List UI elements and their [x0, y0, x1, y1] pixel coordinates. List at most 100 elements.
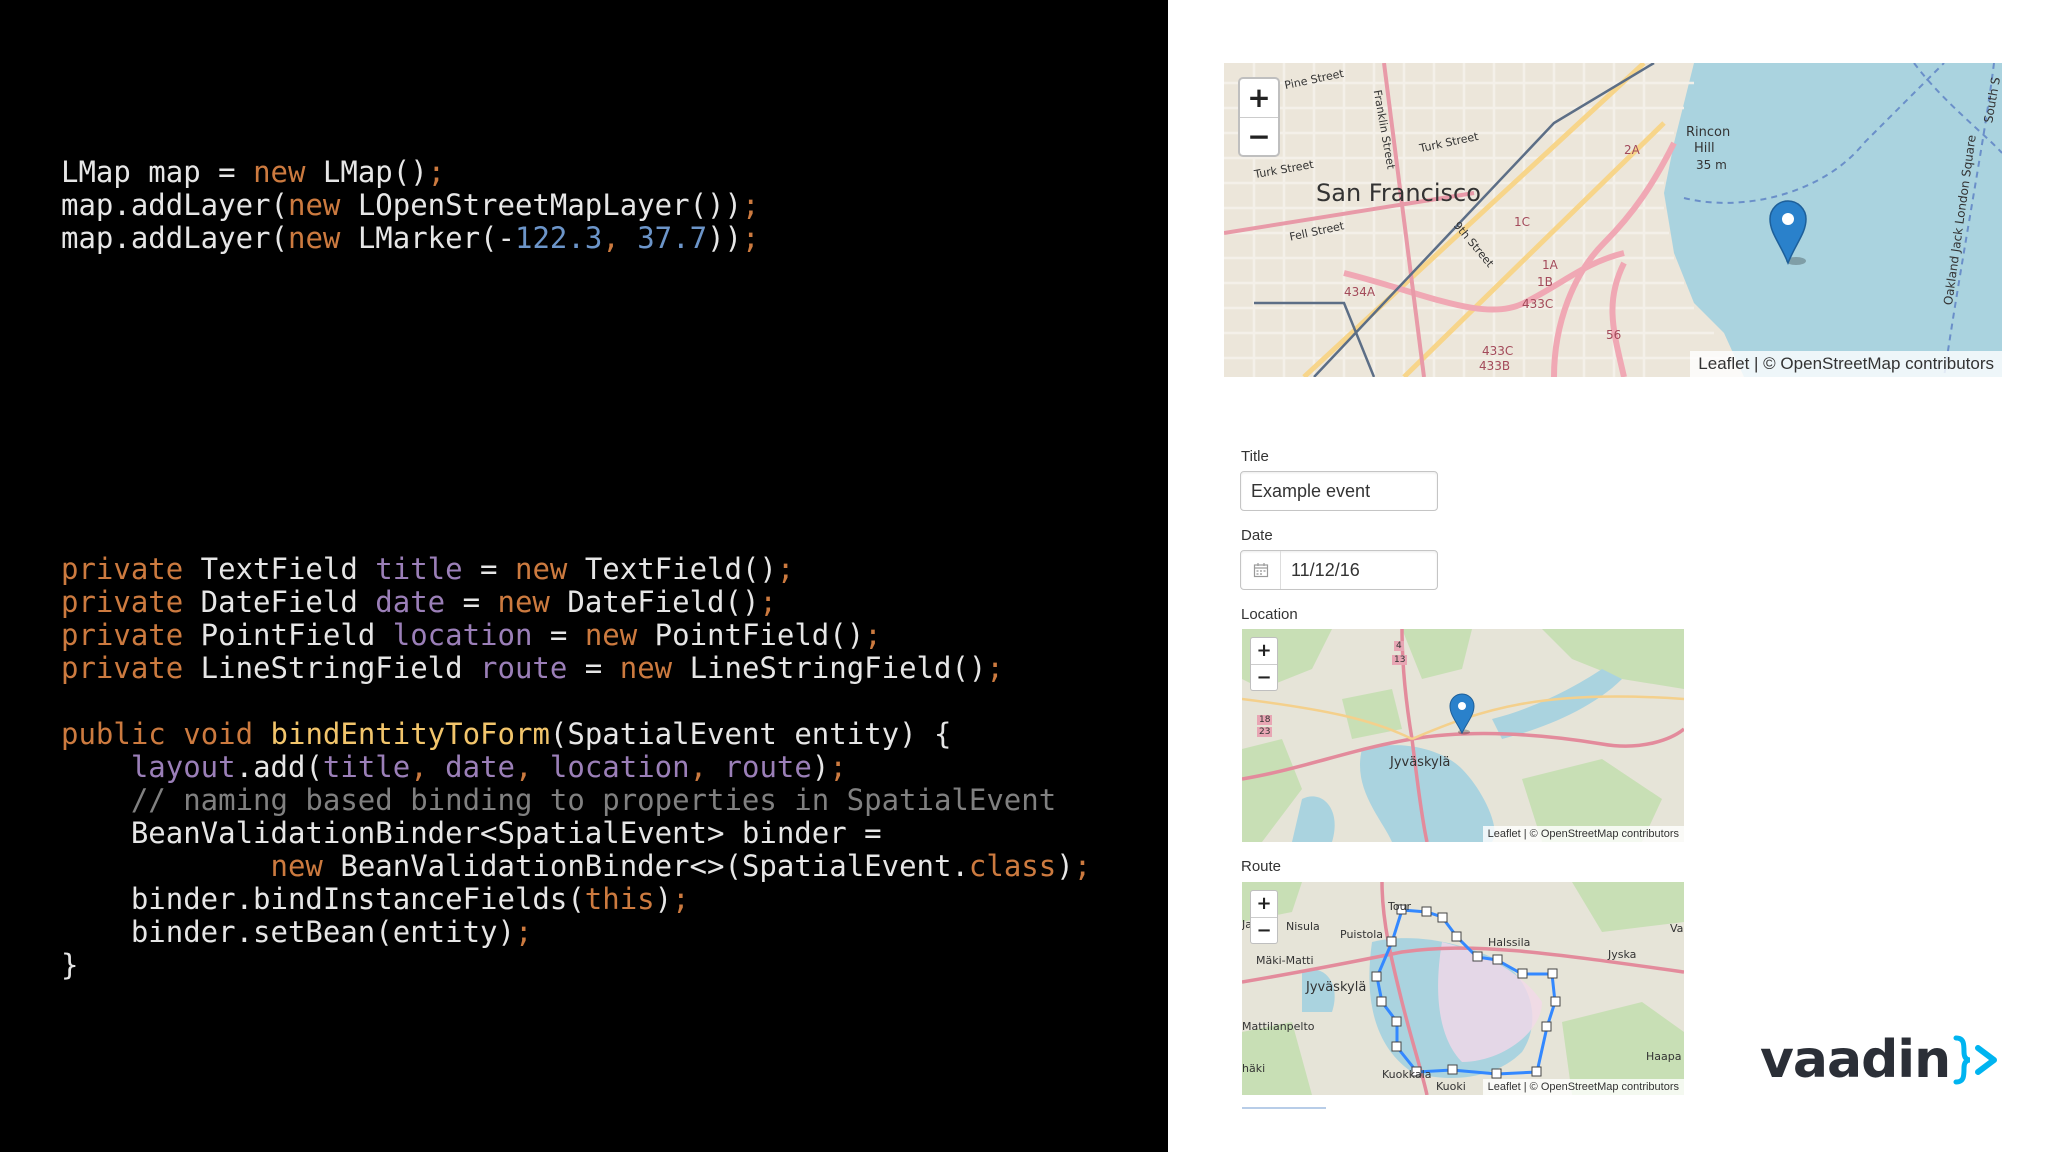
code-token: new — [287, 188, 341, 222]
route-map[interactable]: Nisula Puistola Tour Halssila Jyska Mäki… — [1242, 882, 1684, 1095]
code-line: map.addLayer(new LMarker(-122.3, 37.7)); — [61, 222, 759, 255]
main-map[interactable]: San Francisco Pine Street Franklin Stree… — [1224, 63, 2002, 377]
map-label-elevation: 35 m — [1696, 158, 1727, 172]
map-label-place: Tour — [1388, 900, 1412, 913]
map-label-place: Kuokkala — [1382, 1068, 1432, 1081]
code-token: location — [549, 750, 690, 784]
code-token: ) — [811, 750, 830, 784]
road-number: 23 — [1257, 727, 1273, 737]
vaadin-logo-mark-icon — [1953, 1035, 1998, 1085]
code-token: ; — [986, 651, 1004, 685]
focus-indicator — [1242, 1107, 1326, 1109]
code-token: new — [270, 849, 323, 883]
code-token: ; — [427, 155, 446, 189]
code-panel: LMap map = new LMap(); map.addLayer(new L… — [0, 0, 1168, 1152]
zoom-out-button[interactable]: − — [1240, 117, 1278, 155]
code-token: private — [61, 618, 184, 652]
code-token: = — [462, 552, 515, 586]
code-token: bindEntityToForm — [270, 717, 550, 751]
code-token: ; — [741, 188, 760, 222]
title-field-label: Title — [1241, 448, 1269, 465]
location-map-zoom-control: + − — [1250, 637, 1278, 691]
zoom-out-button[interactable]: − — [1251, 664, 1277, 690]
code-token: title — [322, 750, 411, 784]
date-field[interactable]: 11/12/16 — [1240, 550, 1438, 590]
code-token: date — [445, 750, 515, 784]
code-token: LMap() — [305, 155, 428, 189]
demo-panel: San Francisco Pine Street Franklin Stree… — [1168, 0, 2048, 1152]
code-token: route — [724, 750, 812, 784]
code-token: ; — [776, 552, 795, 586]
code-token: PointField — [183, 618, 393, 652]
code-token: ; — [829, 750, 847, 784]
map-attribution[interactable]: Leaflet | © OpenStreetMap contributors — [1690, 351, 2002, 377]
map-label-place: Hill — [1694, 141, 1715, 156]
map-label-place: Nisula — [1286, 920, 1320, 933]
map-label-city: Jyväskylä — [1390, 755, 1451, 770]
code-token: ) — [654, 882, 673, 916]
code-token: binder.bindInstanceFields( — [61, 882, 585, 916]
map-label-exit: 1A — [1542, 258, 1558, 272]
zoom-in-button[interactable]: + — [1251, 638, 1277, 664]
map-label-exit: 2A — [1624, 143, 1640, 157]
code-token: , — [410, 750, 446, 784]
code-token: TextField() — [567, 552, 777, 586]
location-map[interactable]: Jyväskylä 4 13 18 23 + − Leaflet | © Ope… — [1242, 629, 1684, 842]
code-token: private — [61, 585, 184, 619]
route-field-label: Route — [1241, 858, 1282, 875]
code-token: )) — [707, 221, 742, 255]
code-line: LMap map = new LMap(); — [61, 156, 759, 189]
code-token: LineStringField — [183, 651, 481, 685]
zoom-out-button[interactable]: − — [1251, 917, 1277, 943]
code-token: date — [375, 585, 446, 619]
map-label-place: Va — [1670, 922, 1684, 935]
code-block-map-setup: LMap map = new LMap(); map.addLayer(new L… — [61, 156, 759, 255]
code-token: (SpatialEvent entity) { — [549, 717, 952, 751]
code-line: public void bindEntityToForm(SpatialEven… — [61, 718, 1091, 751]
zoom-in-button[interactable]: + — [1240, 79, 1278, 117]
code-block-form-binding: private TextField title = new TextField(… — [61, 553, 1091, 982]
calendar-icon[interactable] — [1241, 551, 1281, 589]
code-token: } — [61, 948, 79, 982]
code-line: binder.setBean(entity); — [61, 916, 1091, 949]
map-attribution[interactable]: Leaflet | © OpenStreetMap contributors — [1482, 826, 1684, 842]
code-token: ; — [864, 618, 882, 652]
code-line: // naming based binding to properties in… — [61, 784, 1091, 817]
code-line: new BeanValidationBinder<>(SpatialEvent.… — [61, 849, 1092, 883]
map-label-place: Jyska — [1608, 948, 1637, 961]
code-token: BeanValidationBinder<>(SpatialEvent. — [322, 849, 969, 883]
map-label-exit: 1B — [1537, 275, 1553, 289]
code-token: ; — [672, 882, 690, 916]
code-token: ; — [741, 221, 760, 255]
code-line: private PointField location = new PointF… — [61, 619, 1091, 652]
code-token: new — [253, 155, 306, 189]
code-token: ; — [759, 585, 777, 619]
map-label-exit: 434A — [1344, 285, 1376, 299]
code-token: = — [445, 585, 498, 619]
date-field-label: Date — [1241, 527, 1273, 544]
map-label-place: Kuoki — [1436, 1080, 1466, 1093]
code-line: BeanValidationBinder<SpatialEvent> binde… — [61, 817, 1091, 850]
map-label-place: Mattilanpelto — [1242, 1020, 1315, 1033]
zoom-in-button[interactable]: + — [1251, 891, 1277, 917]
code-token: private — [61, 651, 184, 685]
code-token: DateField() — [549, 585, 760, 619]
code-token: , — [602, 221, 638, 255]
code-token: = — [532, 618, 585, 652]
code-token: binder.setBean(entity) — [61, 915, 515, 949]
map-label-exit: 433C — [1522, 297, 1554, 311]
code-line: private DateField date = new DateField()… — [61, 586, 1091, 619]
title-field[interactable]: Example event — [1240, 471, 1438, 511]
map-label-exit: 56 — [1606, 328, 1622, 342]
code-token: , — [689, 750, 725, 784]
code-token: layout — [130, 750, 236, 784]
code-token: , — [515, 750, 550, 784]
code-token: location — [392, 618, 533, 652]
map-attribution[interactable]: Leaflet | © OpenStreetMap contributors — [1482, 1079, 1684, 1095]
code-token: this — [584, 882, 655, 916]
code-token: map.addLayer( — [61, 188, 288, 222]
